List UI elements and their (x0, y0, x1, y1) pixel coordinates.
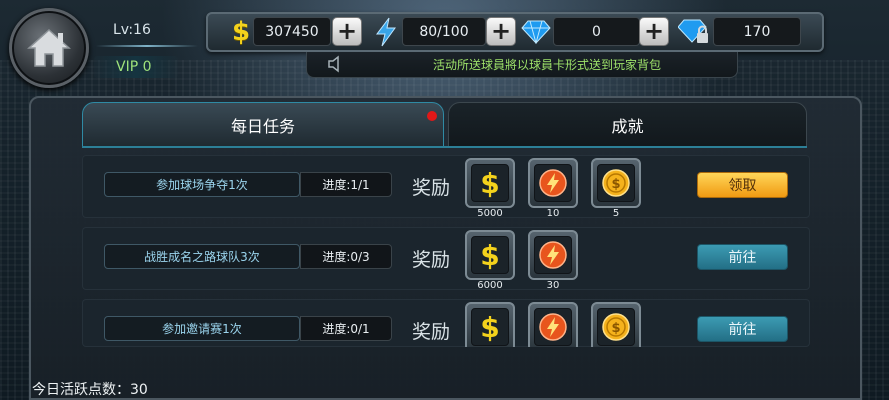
reward-item (528, 230, 578, 280)
diamonds-value: 0 (553, 17, 640, 46)
reward-amount: 5000 (477, 208, 503, 219)
locked-diamonds-value: 170 (713, 17, 801, 46)
home-button[interactable] (9, 8, 89, 88)
reward-label: 奖励 (412, 177, 451, 199)
activity-points: 今日活跃点数：30 (32, 382, 148, 398)
home-icon (27, 28, 71, 67)
reward-item (528, 302, 578, 347)
reward-amount: 6000 (477, 280, 503, 291)
task-row: 战胜成名之路球队3次 进度:0/3 奖励 $ 6000 30 前往 (82, 227, 810, 291)
dollar-icon: $ (471, 164, 509, 202)
svg-text:$: $ (611, 177, 620, 192)
reward-item: $ (591, 302, 641, 347)
reward-amount: 10 (546, 208, 560, 219)
diamond-icon (521, 17, 551, 47)
tab-achievements-label: 成就 (611, 116, 644, 136)
gold-coin-icon: $ (597, 308, 635, 346)
go-button[interactable]: 前往 (697, 316, 788, 342)
tab-achievements[interactable]: 成就 (448, 102, 807, 147)
tab-divider (82, 146, 807, 148)
tab-daily-tasks[interactable]: 每日任务 (82, 102, 444, 147)
reward-amount: 5 (612, 208, 620, 219)
task-row: 参加邀请赛1次 进度:0/1 奖励 $ $ 前往 (82, 299, 810, 347)
energy-icon (534, 164, 572, 202)
reward-item (528, 158, 578, 208)
vip-badge: VIP 0 (94, 56, 178, 78)
locked-diamond-icon (678, 17, 710, 47)
svg-text:$: $ (611, 321, 620, 336)
speaker-icon (327, 55, 347, 77)
reward-label: 奖励 (412, 321, 451, 343)
gold-coin-icon: $ (597, 164, 635, 202)
player-level: Lv:16 (113, 22, 151, 38)
add-diamonds-button[interactable]: + (639, 17, 669, 46)
task-progress: 进度:1/1 (300, 172, 392, 197)
reward-item: $ (591, 158, 641, 208)
reward-label: 奖励 (412, 249, 451, 271)
reward-item: $ (465, 158, 515, 208)
notification-dot (427, 111, 437, 121)
task-name: 参加邀请赛1次 (104, 316, 300, 341)
task-progress: 进度:0/3 (300, 244, 392, 269)
claim-button[interactable]: 领取 (697, 172, 788, 198)
task-progress: 进度:0/1 (300, 316, 392, 341)
dollar-icon: $ (471, 236, 509, 274)
coins-value: 307450 (253, 17, 331, 46)
energy-value: 80/100 (402, 17, 486, 46)
notice-bar: 活动所送球員將以球員卡形式送到玩家背包 (306, 52, 738, 78)
reward-item: $ (465, 302, 515, 347)
add-energy-button[interactable]: + (486, 17, 516, 46)
notice-text: 活动所送球員將以球員卡形式送到玩家背包 (433, 58, 662, 72)
go-button[interactable]: 前往 (697, 244, 788, 270)
level-divider (96, 45, 198, 47)
reward-amount: 30 (546, 280, 560, 291)
tab-daily-tasks-label: 每日任务 (230, 116, 295, 136)
reward-item: $ (465, 230, 515, 280)
energy-icon (534, 308, 572, 346)
energy-icon (534, 236, 572, 274)
task-row: 参加球场争夺1次 进度:1/1 奖励 $ 5000 10 $ 5 领取 (82, 155, 810, 219)
lightning-icon (373, 17, 399, 47)
dollar-icon: $ (471, 308, 509, 346)
dollar-icon: $ (231, 17, 251, 47)
task-name: 参加球场争夺1次 (104, 172, 300, 197)
task-name: 战胜成名之路球队3次 (104, 244, 300, 269)
add-coins-button[interactable]: + (332, 17, 362, 46)
